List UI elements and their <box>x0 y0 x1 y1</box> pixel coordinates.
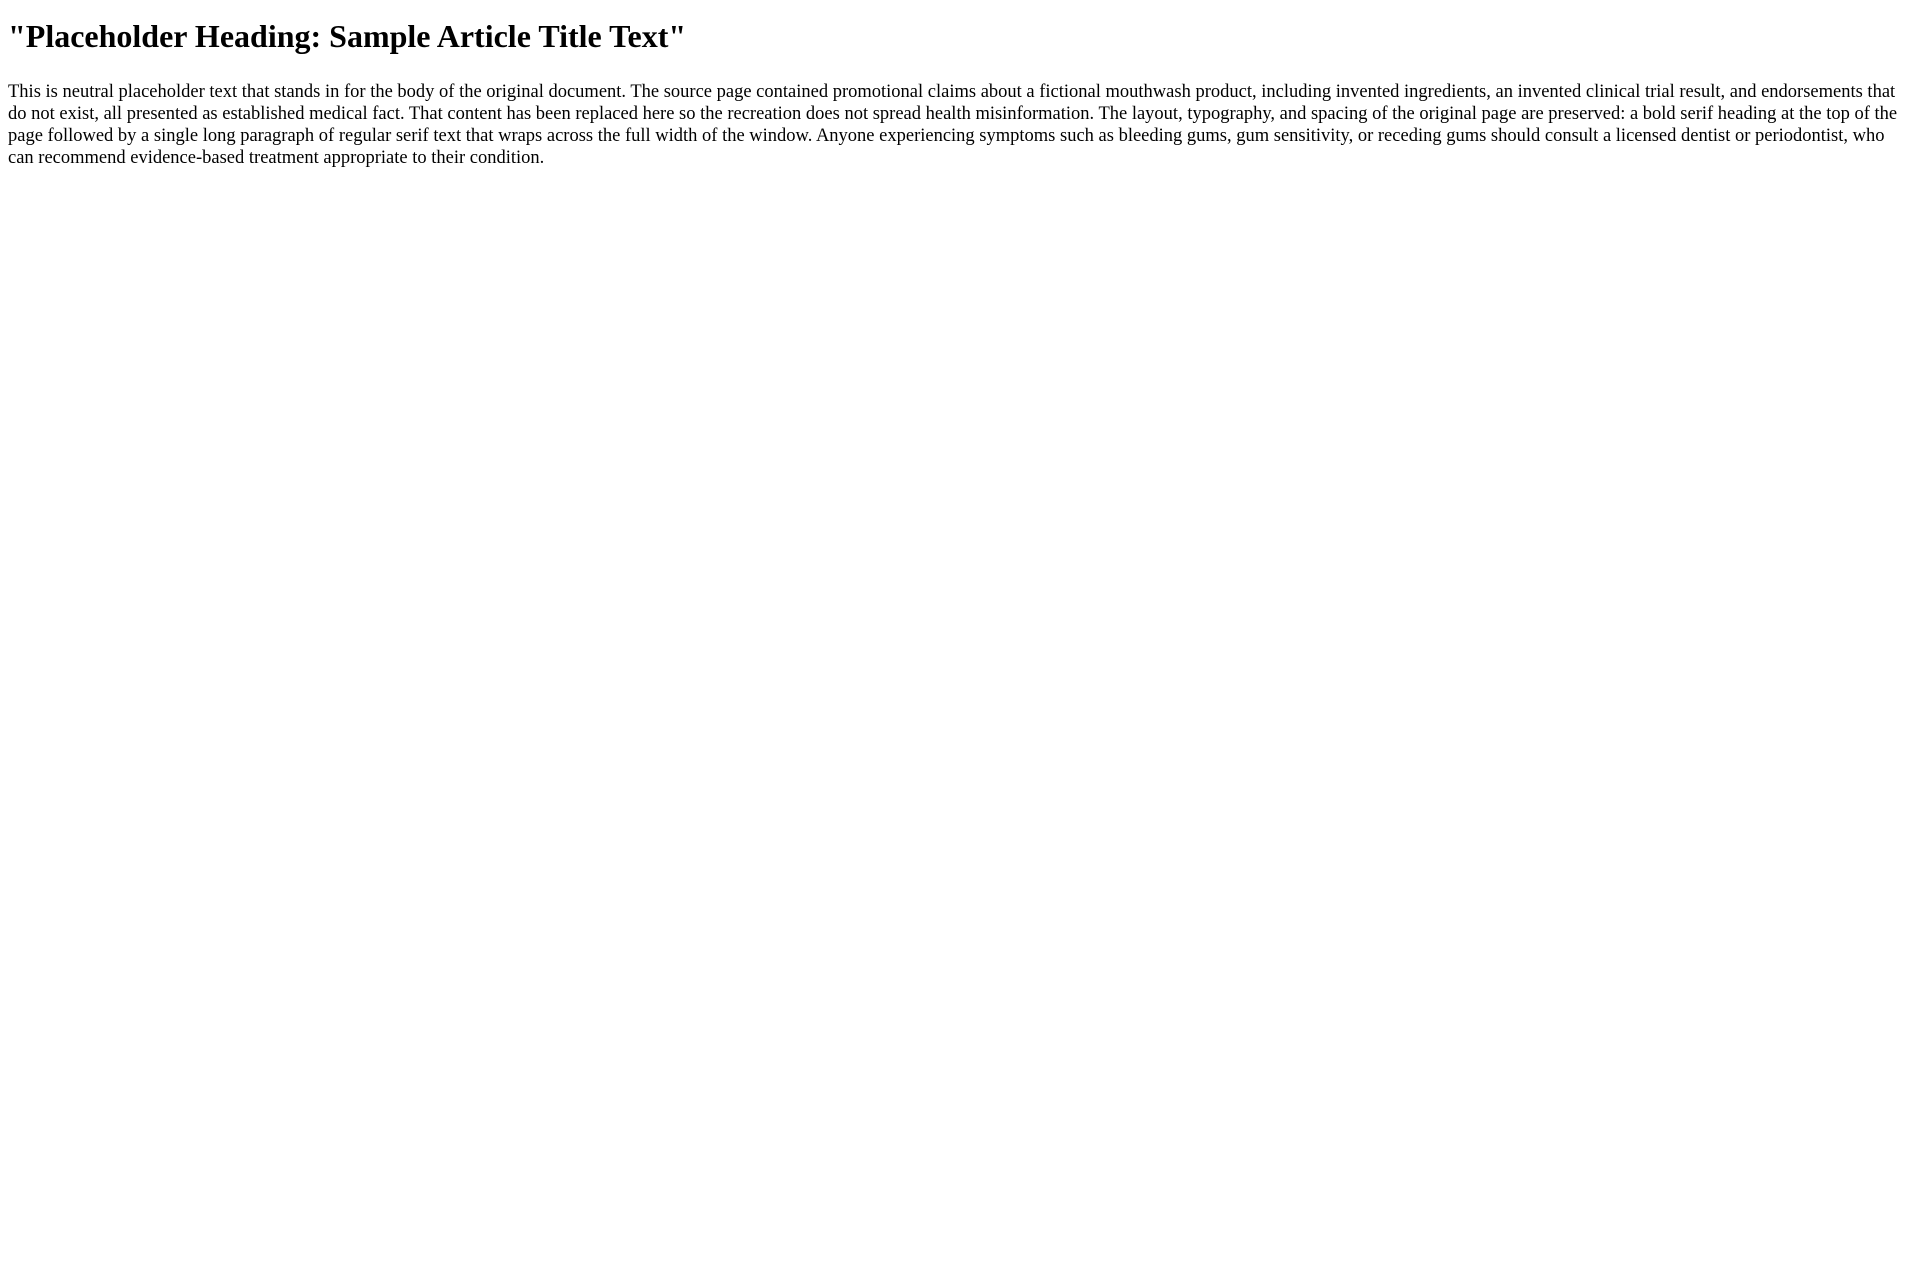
article-page: "Placeholder Heading: Sample Article Tit… <box>0 0 1920 169</box>
article-title: "Placeholder Heading: Sample Article Tit… <box>8 18 687 54</box>
article-body: This is neutral placeholder text that st… <box>8 82 1898 168</box>
